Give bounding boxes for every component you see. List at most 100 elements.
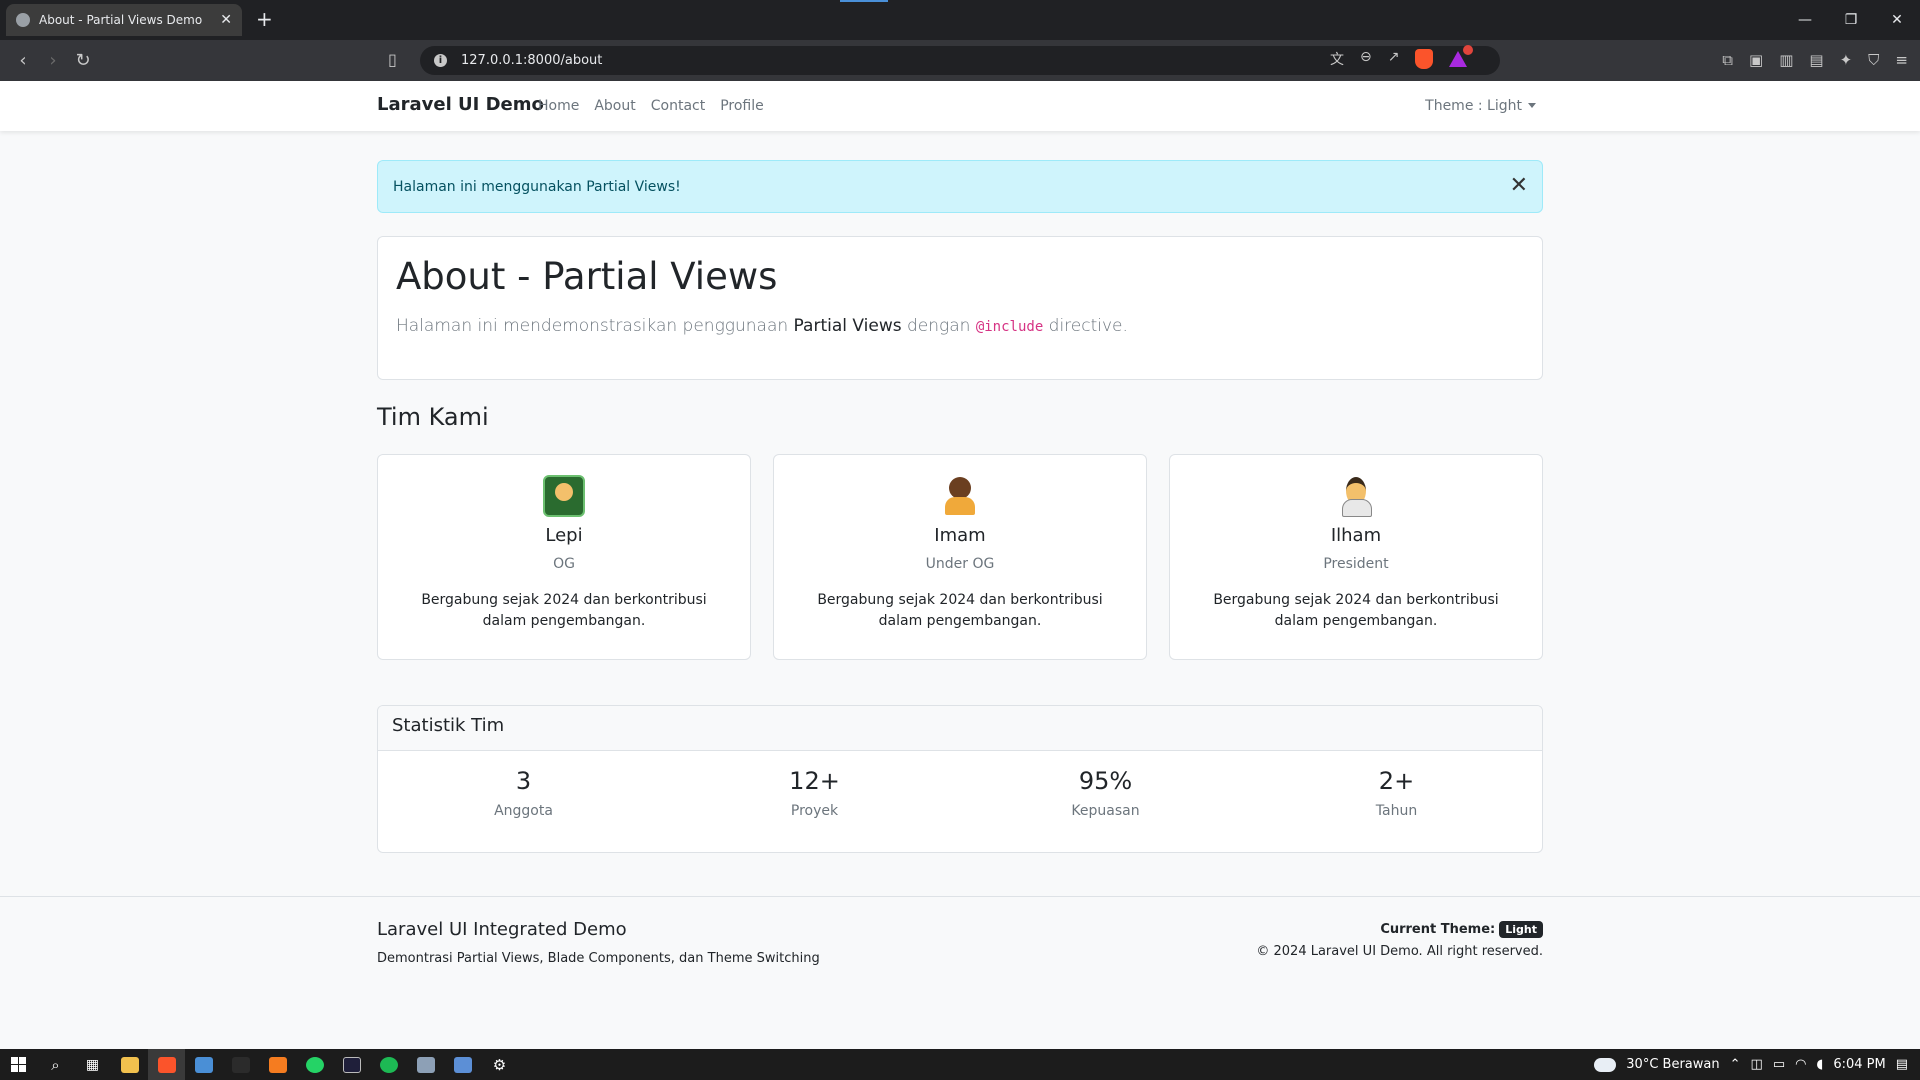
settings-gear-icon[interactable]: ⚙	[481, 1049, 518, 1080]
theme-badge: Light	[1499, 921, 1543, 938]
translate-icon[interactable]: 文	[1330, 49, 1344, 69]
team-cards: Lepi OG Bergabung sejak 2024 dan berkont…	[377, 454, 1543, 660]
stats-row: 3 Anggota 12+ Proyek 95% Kepuasan 2+ Tah…	[378, 751, 1542, 819]
tab-loading-indicator	[840, 0, 888, 2]
stat-item: 3 Anggota	[378, 767, 669, 819]
brave-rewards-icon[interactable]	[1449, 45, 1474, 67]
member-role: OG	[553, 556, 575, 572]
close-window-button[interactable]: ✕	[1874, 0, 1920, 40]
window-controls: — ❐ ✕	[1782, 0, 1920, 40]
new-tab-button[interactable]: +	[256, 8, 273, 30]
member-description: Bergabung sejak 2024 dan berkontribusi d…	[817, 592, 1103, 629]
browser-tab[interactable]: About - Partial Views Demo ✕	[6, 4, 242, 36]
windows-logo-icon	[11, 1057, 26, 1072]
member-description: Bergabung sejak 2024 dan berkontribusi d…	[1213, 592, 1499, 629]
toolbar-right-icons: ⧉ ▣ ▥ ▤ ✦ ⛉ ≡	[1722, 51, 1908, 69]
caret-down-icon	[1528, 103, 1536, 108]
theme-dropdown[interactable]: Theme : Light	[1425, 98, 1536, 114]
brave-taskbar-icon[interactable]	[148, 1049, 185, 1080]
alert-message: Halaman ini menggunakan Partial Views!	[393, 178, 681, 195]
app-taskbar-icon[interactable]	[222, 1049, 259, 1080]
team-card-lepi: Lepi OG Bergabung sejak 2024 dan berkont…	[377, 454, 751, 660]
volume-icon[interactable]: ◖	[1816, 1057, 1823, 1072]
copyright: © 2024 Laravel UI Demo. All right reserv…	[1256, 944, 1543, 959]
hero-highlight: Partial Views	[793, 316, 902, 336]
wifi-icon[interactable]: ◠	[1795, 1057, 1806, 1072]
extensions-icon[interactable]: ⧉	[1722, 51, 1733, 69]
app-taskbar-icon[interactable]	[407, 1049, 444, 1080]
xampp-taskbar-icon[interactable]	[259, 1049, 296, 1080]
reload-icon[interactable]: ↻	[68, 50, 98, 71]
site-info-icon[interactable]: i	[434, 54, 447, 67]
member-role: President	[1323, 556, 1389, 572]
bookmark-icon[interactable]: ▯	[388, 50, 397, 69]
nav-links: Home About Contact Profile	[538, 98, 764, 114]
nav-link-about[interactable]: About	[594, 98, 635, 114]
page-title: About - Partial Views	[396, 255, 778, 298]
footer-right: Current Theme: Light © 2024 Laravel UI De…	[1256, 921, 1543, 959]
site-navbar: Laravel UI Demo Home About Contact Profi…	[0, 81, 1920, 131]
member-name: Lepi	[545, 525, 583, 546]
nav-link-contact[interactable]: Contact	[651, 98, 705, 114]
spotify-taskbar-icon[interactable]	[370, 1049, 407, 1080]
team-card-imam: Imam Under OG Bergabung sejak 2024 dan b…	[773, 454, 1147, 660]
office-worker-emoji-icon	[1335, 475, 1377, 517]
footer-subtitle: Demontrasi Partial Views, Blade Componen…	[377, 951, 820, 966]
app-taskbar-icon[interactable]	[185, 1049, 222, 1080]
url-text[interactable]: 127.0.0.1:8000/about	[461, 53, 602, 68]
forward-icon[interactable]: ›	[38, 50, 68, 71]
url-bar-icons: 文 ⊖ ↗	[1330, 45, 1474, 69]
current-theme-label: Current Theme:	[1380, 922, 1496, 937]
file-explorer-icon[interactable]	[111, 1049, 148, 1080]
app-taskbar-icon[interactable]	[444, 1049, 481, 1080]
tab-title: About - Partial Views Demo	[39, 13, 203, 27]
site-footer: Laravel UI Integrated Demo Demontrasi Pa…	[0, 896, 1920, 1049]
sidebar-icon[interactable]: ▥	[1779, 51, 1793, 69]
share-icon[interactable]: ↗	[1388, 49, 1400, 69]
restore-button[interactable]: ❐	[1828, 0, 1874, 40]
team-card-ilham: Ilham President Bergabung sejak 2024 dan…	[1169, 454, 1543, 660]
menu-icon[interactable]: ≡	[1895, 51, 1908, 69]
member-name: Ilham	[1330, 525, 1382, 546]
stats-card: Statistik Tim 3 Anggota 12+ Proyek 95% K…	[377, 705, 1543, 853]
stat-value: 2+	[1378, 767, 1415, 795]
ide-taskbar-icon[interactable]	[333, 1049, 370, 1080]
start-button[interactable]	[0, 1049, 37, 1080]
nav-link-profile[interactable]: Profile	[720, 98, 764, 114]
stat-label: Kepuasan	[1071, 803, 1140, 819]
notification-icon[interactable]: ▤	[1896, 1057, 1908, 1072]
minimize-button[interactable]: —	[1782, 0, 1828, 40]
wallet-icon[interactable]: ▤	[1809, 51, 1823, 69]
screenshot-icon[interactable]: ▣	[1749, 51, 1763, 69]
leo-ai-icon[interactable]: ✦	[1840, 51, 1853, 69]
search-icon[interactable]: ⌕	[37, 1049, 74, 1080]
tray-app-icon[interactable]: ◫	[1751, 1057, 1763, 1072]
hero-text-before: Halaman ini mendemonstrasikan penggunaan	[396, 316, 794, 336]
theme-dropdown-label: Theme : Light	[1425, 98, 1522, 114]
stat-label: Anggota	[494, 803, 553, 819]
stat-label: Tahun	[1375, 803, 1418, 819]
whatsapp-taskbar-icon[interactable]	[296, 1049, 333, 1080]
address-toolbar: ‹ › ↻ ▯ i 127.0.0.1:8000/about 文 ⊖ ↗ ⧉ ▣…	[0, 40, 1920, 81]
stat-item: 2+ Tahun	[1251, 767, 1542, 819]
weather-icon	[1590, 1051, 1617, 1072]
stat-value: 3	[515, 767, 532, 795]
alert-close-button[interactable]: ✕	[1510, 173, 1528, 199]
tab-close-icon[interactable]: ✕	[220, 12, 232, 28]
nav-link-home[interactable]: Home	[538, 98, 579, 114]
battery-icon[interactable]: ▭	[1773, 1057, 1785, 1072]
globe-icon	[16, 13, 30, 27]
weather-text[interactable]: 30°C Berawan	[1626, 1057, 1719, 1072]
back-icon[interactable]: ‹	[8, 50, 38, 71]
task-view-icon[interactable]: ▦	[74, 1049, 111, 1080]
hero-text-after: directive.	[1043, 316, 1128, 336]
tray-chevron-icon[interactable]: ⌃	[1730, 1057, 1741, 1072]
hero-text-middle: dengan	[901, 316, 976, 336]
clock-text[interactable]: 6:04 PM	[1833, 1057, 1885, 1072]
member-name: Imam	[934, 525, 986, 546]
vpn-icon[interactable]: ⛉	[1868, 51, 1879, 69]
brave-shields-icon[interactable]	[1415, 49, 1434, 69]
zoom-icon[interactable]: ⊖	[1360, 49, 1372, 69]
navbar-brand[interactable]: Laravel UI Demo	[377, 94, 544, 115]
os-taskbar: ⌕ ▦ ⚙ 30°C Berawan ⌃ ◫ ▭ ◠ ◖ 6:04 PM ▤	[0, 1049, 1920, 1080]
